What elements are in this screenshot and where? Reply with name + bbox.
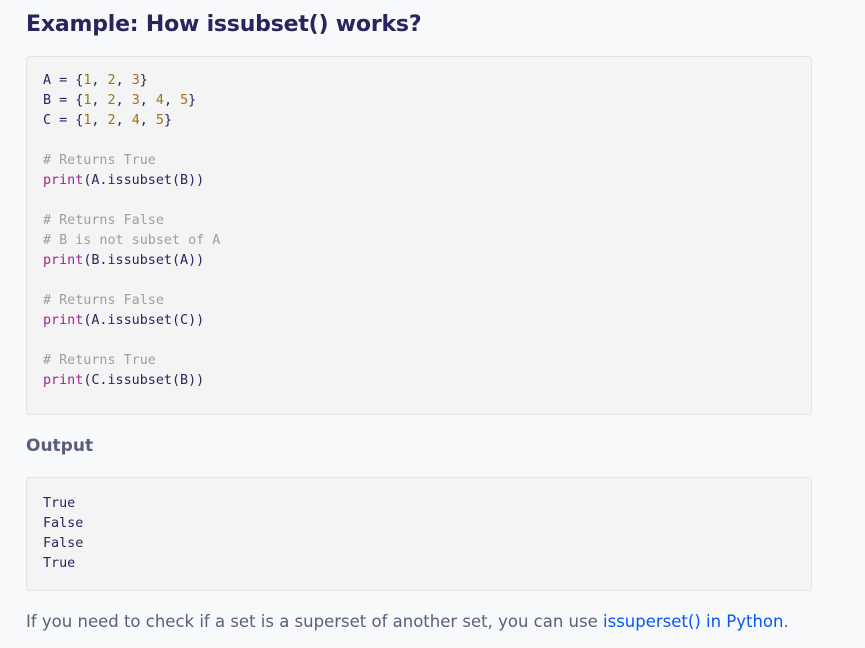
code-token: print — [43, 253, 84, 268]
code-token: , — [91, 73, 108, 88]
code-token: , — [139, 113, 156, 128]
output-line: True — [43, 496, 76, 511]
code-line: # Returns True — [43, 151, 811, 171]
code-line: # Returns False — [43, 291, 811, 311]
code-token: B = { — [43, 93, 84, 108]
code-token: (A.issubset(B)) — [83, 173, 205, 188]
code-token: } — [188, 93, 197, 108]
code-line: B = {1, 2, 3, 4, 5} — [43, 91, 811, 111]
footer-suffix: . — [783, 612, 789, 631]
code-token: (A.issubset(C)) — [83, 313, 205, 328]
code-line: C = {1, 2, 4, 5} — [43, 111, 811, 131]
code-line: print(C.issubset(B)) — [43, 371, 811, 391]
output-line: True — [43, 556, 76, 571]
code-line: print(A.issubset(C)) — [43, 311, 811, 331]
code-line: # Returns True — [43, 351, 811, 371]
code-token: (B.issubset(A)) — [83, 253, 205, 268]
code-token: , — [115, 113, 132, 128]
code-token: C = { — [43, 113, 84, 128]
code-line: # B is not subset of A — [43, 231, 811, 251]
code-token: , — [91, 93, 108, 108]
code-line: # Returns False — [43, 211, 811, 231]
code-token: , — [115, 93, 132, 108]
footer-text: If you need to check if a set is a super… — [26, 612, 604, 631]
code-token: , — [139, 93, 156, 108]
code-token: , — [115, 73, 132, 88]
code-line: print(A.issubset(B)) — [43, 171, 811, 191]
code-token: 3 — [131, 93, 140, 108]
code-token: } — [163, 113, 172, 128]
issuperset-link[interactable]: issuperset() in Python — [603, 612, 783, 631]
code-token: # Returns False — [43, 293, 164, 308]
code-token: 5 — [155, 113, 164, 128]
code-token: , — [163, 93, 181, 108]
code-token: (C.issubset(B)) — [83, 373, 205, 388]
code-block[interactable]: A = {1, 2, 3} B = {1, 2, 3, 4, 5} C = {1, … — [26, 56, 812, 415]
code-token: 3 — [131, 73, 140, 88]
code-token: 4 — [155, 93, 164, 108]
code-token: 2 — [107, 93, 116, 108]
code-token: print — [43, 173, 84, 188]
output-line: False — [43, 536, 84, 551]
output-label: Output — [26, 436, 94, 456]
code-token: # Returns True — [43, 353, 156, 368]
output-block[interactable]: True False False True — [26, 477, 812, 591]
code-token: 2 — [107, 73, 116, 88]
code-line: A = {1, 2, 3} — [43, 71, 811, 91]
code-token: } — [139, 73, 148, 88]
output-line: False — [43, 516, 84, 531]
code-token: # Returns True — [43, 153, 156, 168]
code-token: # Returns False — [43, 213, 164, 228]
code-token: 4 — [131, 113, 140, 128]
code-token: A = { — [43, 73, 84, 88]
page-heading: Example: How issubset() works? — [26, 12, 422, 37]
code-token: 5 — [180, 93, 189, 108]
code-token: print — [43, 373, 84, 388]
code-token: print — [43, 313, 84, 328]
code-token: # B is not subset of A — [43, 233, 221, 248]
footer-paragraph: If you need to check if a set is a super… — [26, 609, 789, 635]
code-token: 2 — [107, 113, 116, 128]
code-token: , — [91, 113, 108, 128]
code-line: print(B.issubset(A)) — [43, 251, 811, 271]
